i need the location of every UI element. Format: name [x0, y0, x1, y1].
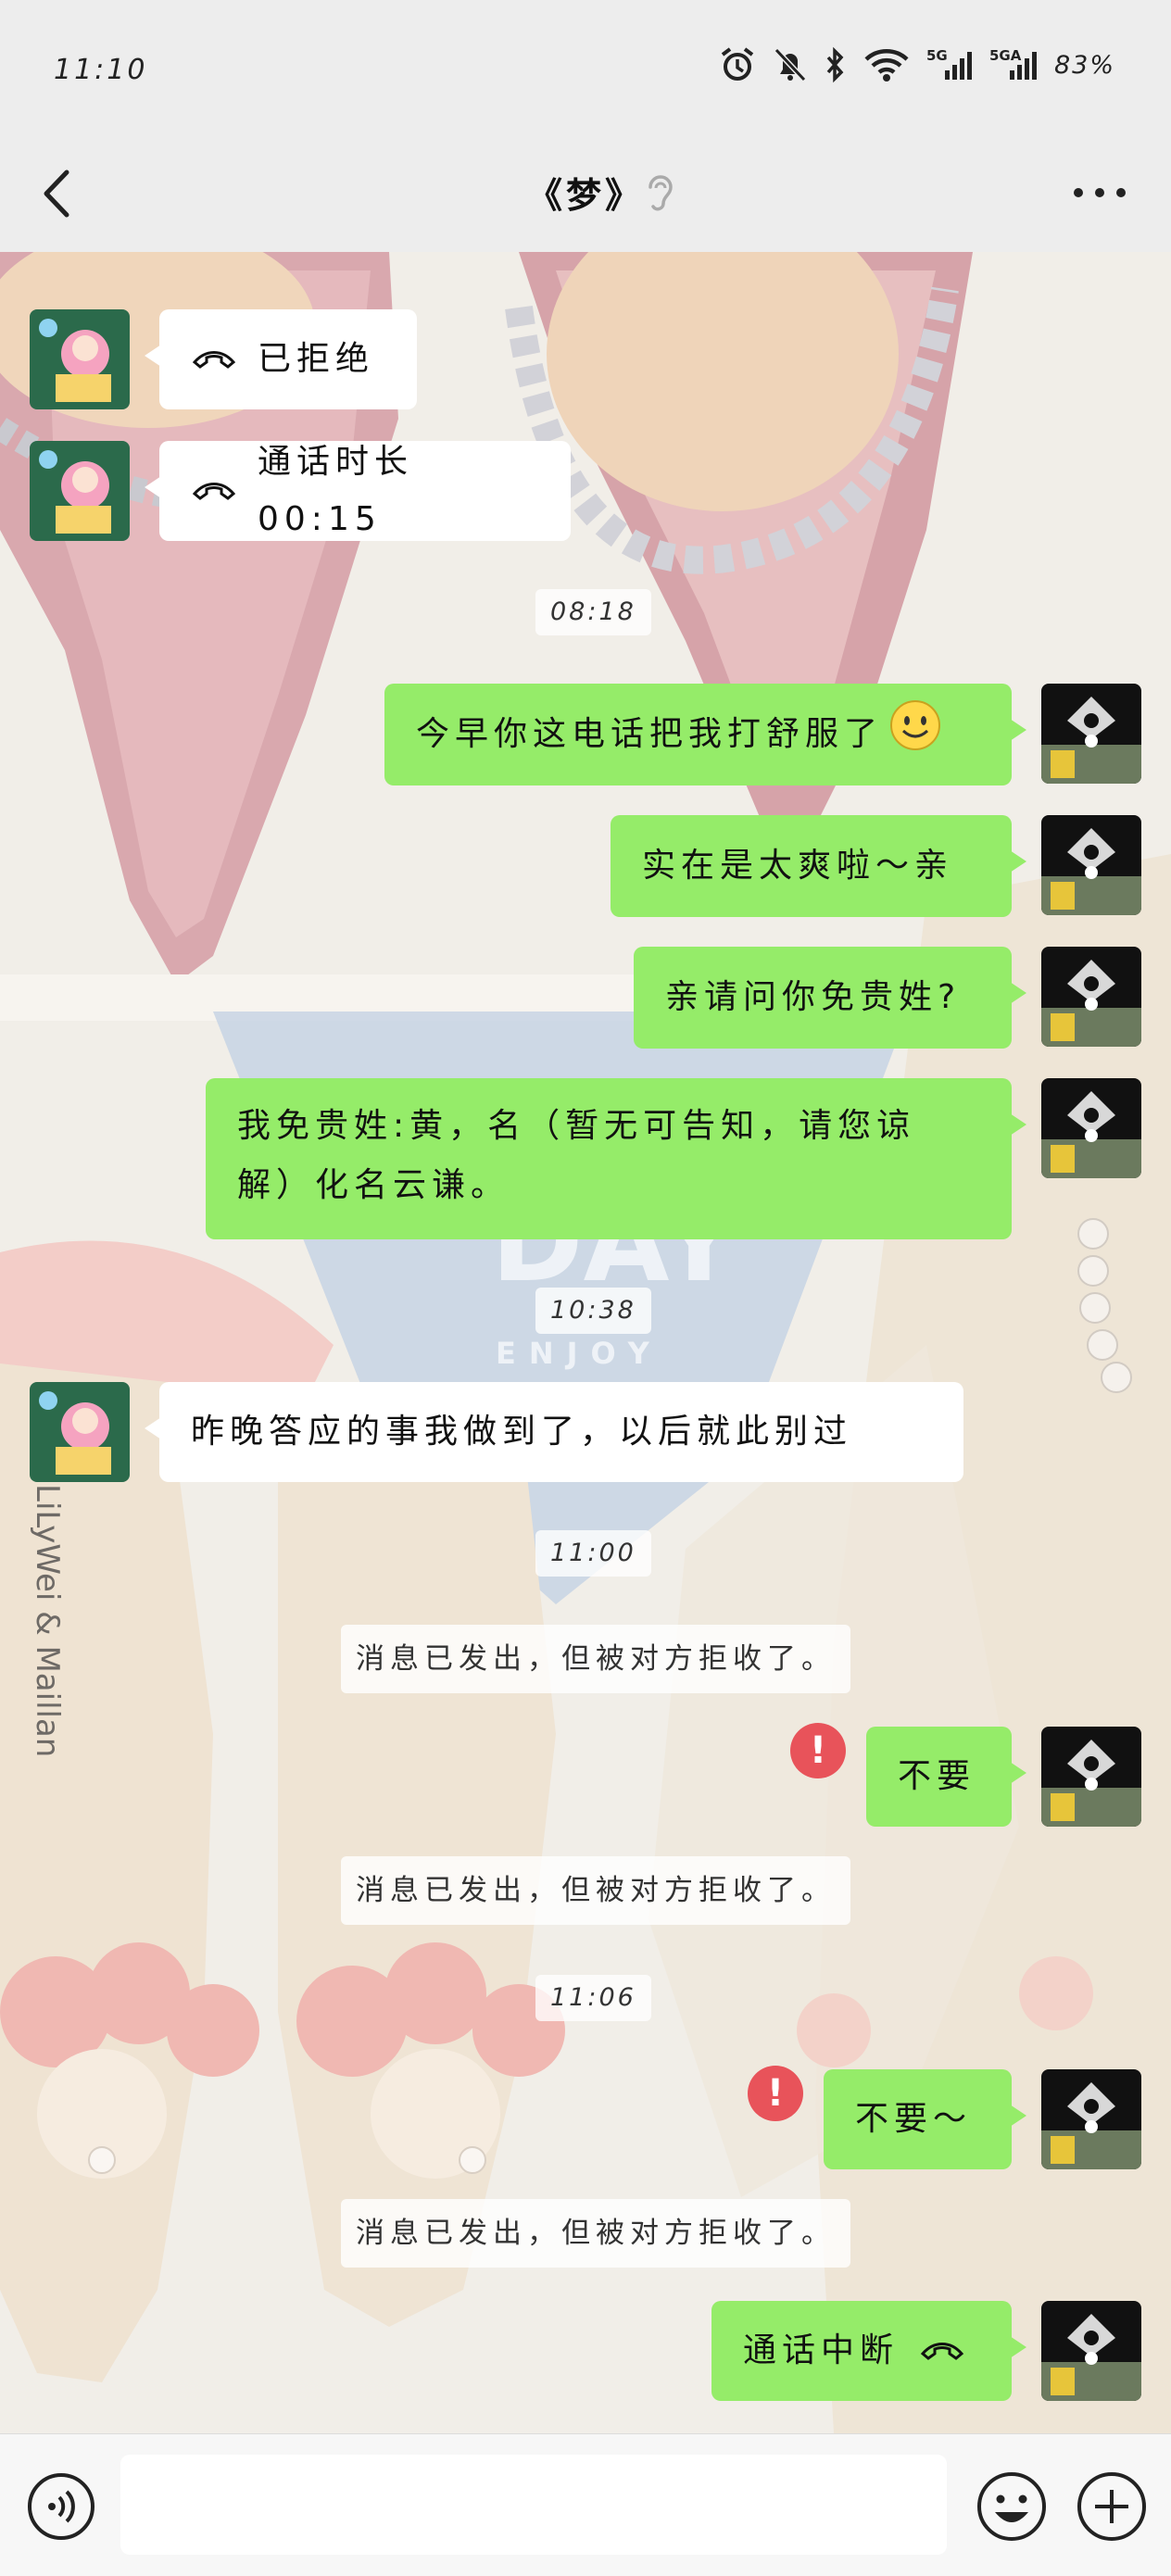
message-text: 不要 [898, 1757, 976, 1795]
message-bubble-outgoing[interactable]: 不要 [866, 1727, 1026, 1827]
more-functions-button[interactable] [1075, 2469, 1149, 2547]
message-bubble-outgoing[interactable]: 通话中断 [711, 2301, 1026, 2401]
emoji-icon [977, 2472, 1046, 2541]
my-avatar[interactable] [1041, 2069, 1141, 2169]
wifi-icon [863, 46, 910, 83]
message-text: 不要～ [855, 2100, 973, 2138]
bluetooth-icon [825, 46, 847, 83]
timestamp: 11:00 [535, 1530, 651, 1577]
timestamp: 08:18 [535, 589, 651, 635]
message-text: 今早你这电话把我打舒服了 [416, 715, 884, 753]
timestamp: 10:38 [535, 1288, 651, 1334]
input-bar [0, 2433, 1171, 2576]
message-bubble-outgoing[interactable]: 不要～ [824, 2069, 1026, 2169]
my-avatar[interactable] [1041, 947, 1141, 1047]
svg-text:5G: 5G [926, 47, 948, 64]
contact-avatar[interactable] [30, 1382, 130, 1482]
contact-avatar[interactable] [30, 309, 130, 409]
my-avatar[interactable] [1041, 1078, 1141, 1178]
message-text: 亲请问你免贵姓? [665, 978, 962, 1016]
send-failed-icon[interactable]: ! [790, 1723, 846, 1778]
wallpaper-brand-text: LiLyWei & Maillan [29, 1484, 66, 1757]
message-bubble-incoming[interactable]: 已拒绝 [145, 309, 417, 409]
system-notice: 消息已发出，但被对方拒收了。 [341, 1856, 850, 1925]
message-bubble-incoming[interactable]: 通话时长 00:15 [145, 441, 571, 541]
message-text: 已拒绝 [258, 340, 375, 378]
plus-circle-icon [1077, 2472, 1146, 2541]
nav-bar: 《梦》 [0, 139, 1171, 252]
signal-5ga-icon: 5GA [989, 46, 1038, 83]
more-button[interactable] [1067, 176, 1132, 209]
system-notice: 消息已发出，但被对方拒收了。 [341, 1625, 850, 1693]
phone-hangup-icon [919, 2322, 965, 2380]
message-text-line: 解）化名云谦。 [237, 1166, 510, 1204]
chat-area[interactable]: DAY ENJOY LiLyWei & Maillan 已拒绝 通话时长 00:… [0, 252, 1171, 2433]
phone-hangup-icon [191, 462, 237, 520]
my-avatar[interactable] [1041, 684, 1141, 784]
more-dots-icon [1074, 188, 1126, 197]
my-avatar[interactable] [1041, 2301, 1141, 2401]
send-failed-icon[interactable]: ! [748, 2066, 803, 2121]
message-text: 通话时长 00:15 [258, 443, 414, 538]
chat-title: 《梦》 [526, 175, 644, 216]
timestamp: 11:06 [535, 1975, 651, 2021]
status-time: 11:10 [54, 54, 148, 86]
ear-icon [643, 170, 676, 220]
status-bar: 11:10 5G 5GA 83% [0, 0, 1171, 139]
phone-hangup-icon [191, 331, 237, 388]
message-bubble-outgoing[interactable]: 今早你这电话把我打舒服了 [384, 684, 1026, 785]
signal-5g-icon: 5G [926, 46, 973, 83]
alarm-icon [719, 46, 756, 83]
emoji-button[interactable] [975, 2469, 1049, 2547]
message-bubble-outgoing[interactable]: 亲请问你免贵姓? [634, 947, 1026, 1049]
wallpaper-enjoy-text: ENJOY [496, 1336, 662, 1371]
svg-text:5GA: 5GA [989, 47, 1022, 64]
message-text: 实在是太爽啦～亲 [642, 847, 954, 885]
smile-emoji-icon [888, 698, 942, 771]
contact-avatar[interactable] [30, 441, 130, 541]
message-text: 通话中断 [743, 2331, 900, 2369]
my-avatar[interactable] [1041, 1727, 1141, 1827]
message-text-line: 我免贵姓:黄，名（暂无可告知，请您谅 [237, 1107, 916, 1145]
status-icons: 5G 5GA 83% [719, 46, 1115, 83]
message-input[interactable] [120, 2455, 947, 2555]
mute-bell-icon [773, 46, 808, 83]
system-notice: 消息已发出，但被对方拒收了。 [341, 2199, 850, 2268]
message-text: 昨晚答应的事我做到了，以后就此别过 [191, 1413, 853, 1451]
message-bubble-incoming[interactable]: 昨晚答应的事我做到了，以后就此别过 [145, 1382, 963, 1482]
voice-input-button[interactable] [26, 2471, 96, 2545]
voice-icon [28, 2473, 94, 2540]
message-bubble-outgoing[interactable]: 我免贵姓:黄，名（暂无可告知，请您谅 解）化名云谦。 [206, 1078, 1026, 1239]
battery-level: 83% [1053, 50, 1115, 80]
my-avatar[interactable] [1041, 815, 1141, 915]
message-bubble-outgoing[interactable]: 实在是太爽啦～亲 [611, 815, 1026, 917]
